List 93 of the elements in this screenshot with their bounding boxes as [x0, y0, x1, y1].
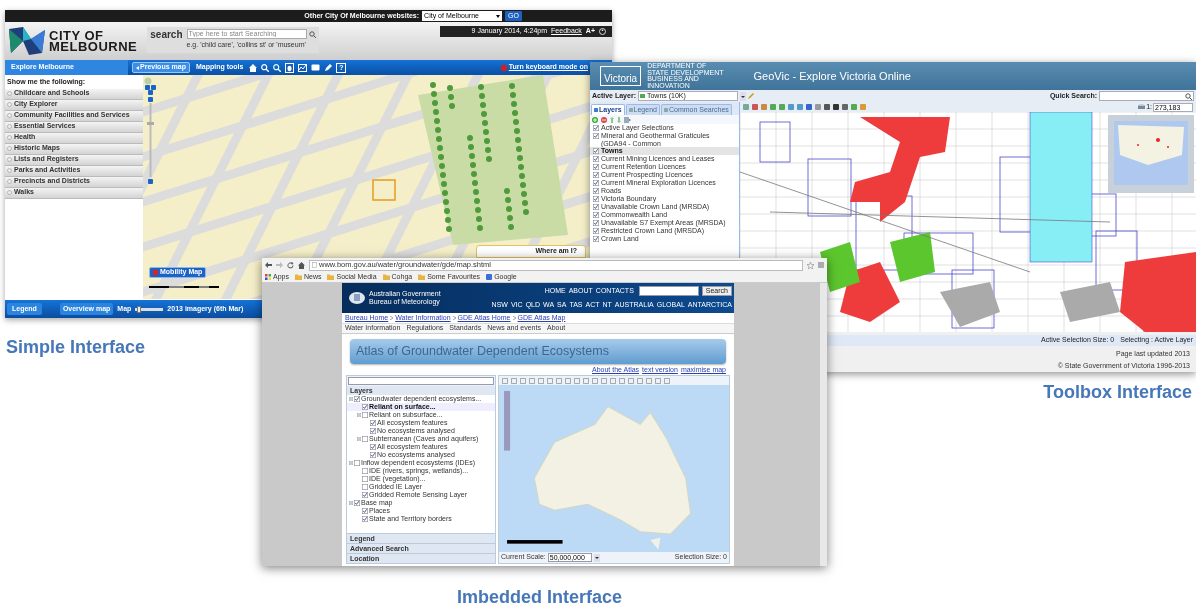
search-icon — [308, 30, 316, 38]
add-icon[interactable] — [592, 116, 598, 123]
crest-icon — [348, 291, 366, 305]
checkbox[interactable] — [593, 204, 599, 211]
caret-icon — [496, 14, 501, 18]
checkbox[interactable] — [593, 228, 599, 235]
zoom-control-icon[interactable] — [144, 77, 157, 187]
monitor-icon[interactable] — [311, 63, 321, 72]
checkbox[interactable] — [593, 133, 599, 139]
dropdown-caret-icon[interactable] — [739, 91, 746, 101]
folder-icon — [327, 274, 335, 280]
checkbox[interactable] — [362, 508, 368, 514]
folder-icon — [382, 274, 390, 280]
checkbox[interactable] — [362, 492, 368, 498]
radio-icon — [7, 102, 12, 107]
checkbox[interactable] — [370, 444, 376, 450]
layer-icon — [639, 94, 645, 98]
radio-icon — [7, 168, 12, 173]
home-icon[interactable] — [249, 63, 258, 72]
checkbox[interactable] — [593, 196, 599, 203]
back-arrow-icon[interactable] — [265, 262, 272, 268]
scale-bar-icon — [149, 285, 219, 290]
radio-icon — [7, 135, 12, 140]
tab-icon — [663, 108, 668, 112]
grid-icon — [265, 274, 271, 280]
chevron-icon — [390, 316, 394, 320]
checkbox[interactable] — [593, 220, 599, 227]
checkbox[interactable] — [370, 420, 376, 426]
pencil-icon[interactable] — [324, 63, 333, 72]
checkbox[interactable] — [370, 428, 376, 434]
radio-icon — [7, 179, 12, 184]
caption: Imbedded Interface — [457, 586, 623, 606]
checkbox[interactable] — [362, 468, 368, 474]
up-arrow-icon[interactable] — [610, 116, 614, 123]
checkbox[interactable] — [362, 404, 368, 410]
checkbox[interactable] — [593, 125, 599, 131]
caption: Simple Interface — [6, 336, 146, 359]
slider-thumb[interactable] — [136, 305, 141, 313]
imagery-slider[interactable] — [135, 307, 164, 311]
scrollbar[interactable] — [820, 283, 827, 566]
checkbox[interactable] — [362, 484, 368, 490]
checkbox[interactable] — [362, 516, 368, 522]
caption: Toolbox Interface — [1043, 381, 1192, 404]
window-title: GeoVic - Explore Victoria Online — [753, 68, 911, 84]
chart-icon[interactable] — [298, 63, 308, 72]
page-banner: Atlas of Groundwater Dependent Ecosystems — [350, 339, 726, 364]
radio-icon — [7, 113, 12, 118]
down-arrow-icon[interactable] — [617, 116, 621, 123]
radio-icon — [7, 91, 12, 96]
star-icon[interactable] — [807, 261, 814, 269]
zoom-in-icon[interactable] — [261, 63, 270, 72]
checkbox[interactable] — [593, 180, 599, 187]
quick-search-field[interactable] — [1099, 91, 1194, 101]
radio-icon — [7, 124, 12, 129]
logo-text: MELBOURNE — [49, 41, 138, 52]
checkbox[interactable] — [593, 164, 599, 171]
radio-icon — [7, 190, 12, 195]
pan-hand-icon[interactable] — [285, 62, 295, 73]
printer-icon[interactable] — [1138, 104, 1146, 110]
checkbox[interactable] — [370, 452, 376, 458]
logo-text: CITY OF — [49, 30, 104, 41]
checkbox[interactable] — [593, 236, 599, 243]
folder-icon — [294, 274, 302, 280]
search-label: search — [150, 29, 183, 41]
keyboard-icon — [500, 64, 507, 71]
checkbox[interactable] — [593, 212, 599, 219]
checkbox[interactable] — [593, 156, 599, 163]
remove-icon[interactable] — [601, 116, 607, 123]
dropdown-caret-icon[interactable] — [593, 553, 600, 562]
home-icon[interactable] — [298, 261, 305, 269]
victoria-logo: Victoria — [600, 66, 642, 86]
reload-icon[interactable] — [287, 261, 294, 269]
accessibility-icon — [599, 28, 606, 35]
folder-icon — [418, 274, 426, 280]
zoom-out-icon[interactable] — [273, 63, 282, 72]
chevron-icon — [452, 316, 456, 320]
checkbox[interactable] — [593, 148, 599, 155]
search-field[interactable] — [638, 286, 699, 297]
search-icon — [1185, 92, 1192, 100]
checkbox[interactable] — [593, 188, 599, 195]
radio-icon — [7, 157, 12, 162]
checkbox[interactable] — [593, 172, 599, 179]
tab-icon — [594, 108, 598, 112]
chevron-icon — [512, 316, 516, 320]
page-icon — [312, 262, 317, 268]
search-field[interactable] — [348, 377, 494, 385]
radio-icon — [7, 146, 12, 151]
back-arrow-icon — [136, 65, 139, 70]
tab-icon — [628, 108, 633, 112]
logo-icon — [9, 27, 45, 55]
checkbox[interactable] — [362, 476, 368, 482]
forward-arrow-icon[interactable] — [276, 262, 283, 268]
bookmark-icon — [486, 274, 493, 280]
